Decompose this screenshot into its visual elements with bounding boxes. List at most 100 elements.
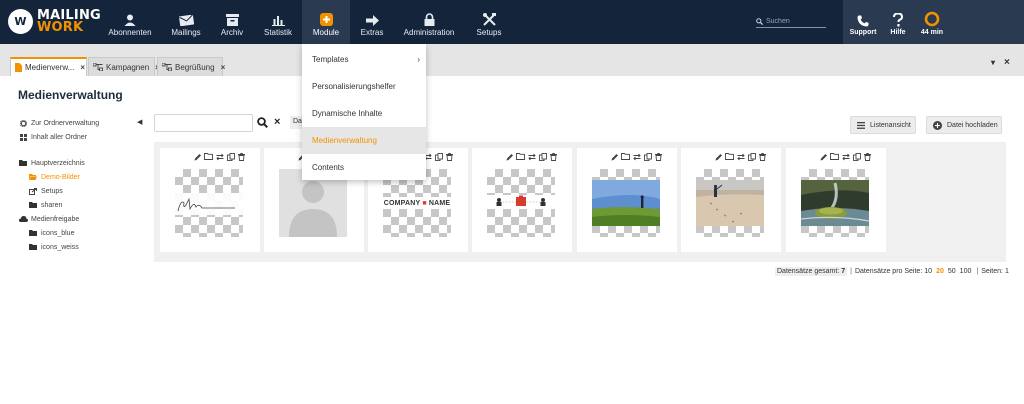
delete-trash-icon[interactable] [237, 152, 246, 161]
nav-archiv[interactable]: Archiv [216, 0, 248, 44]
delete-trash-icon[interactable] [549, 152, 558, 161]
per-page-option[interactable]: 10 [924, 268, 932, 275]
plus-circle-icon [933, 120, 942, 130]
tree-item-icons-weiss[interactable]: icons_weiss [18, 240, 148, 254]
media-card-signature[interactable] [160, 148, 260, 252]
close-all-tabs-icon[interactable]: × [1004, 57, 1010, 68]
edit-pencil-icon[interactable] [505, 152, 514, 161]
menu-item-contents[interactable]: Contents [302, 154, 426, 181]
card-actions [193, 152, 246, 161]
delete-trash-icon[interactable] [445, 152, 454, 161]
replace-arrows-icon[interactable] [632, 152, 641, 161]
move-folder-icon[interactable] [204, 152, 213, 161]
nav-mailings[interactable]: Mailings [166, 0, 206, 44]
mail-icon [178, 15, 194, 26]
nav-administration[interactable]: Administration [398, 0, 460, 44]
tree-item-sharen[interactable]: sharen [18, 198, 148, 212]
replace-arrows-icon[interactable] [841, 152, 850, 161]
tab-medienverwaltung[interactable]: Medienverw... × [10, 57, 87, 76]
media-card-waterfall-stone[interactable] [786, 148, 886, 252]
delete-trash-icon[interactable] [758, 152, 767, 161]
move-folder-icon[interactable] [621, 152, 630, 161]
move-folder-icon[interactable] [725, 152, 734, 161]
nav-label: Abonnenten [108, 28, 152, 37]
copy-icon[interactable] [226, 152, 235, 161]
copy-icon[interactable] [747, 152, 756, 161]
session-timer[interactable]: 44 min [917, 0, 947, 44]
media-thumbnail[interactable] [801, 169, 869, 237]
copy-icon[interactable] [434, 152, 443, 161]
edit-pencil-icon[interactable] [819, 152, 828, 161]
copy-icon[interactable] [643, 152, 652, 161]
tab-label: Begrüßung [175, 62, 215, 72]
menu-item-templates[interactable]: Templates › [302, 46, 426, 73]
brand-logo-mark: W [8, 9, 33, 34]
nav-label: Statistik [263, 28, 292, 37]
nav-label: Extras [360, 28, 384, 37]
media-thumbnail[interactable] [175, 169, 243, 237]
menu-item-dynamische-inhalte[interactable]: Dynamische Inhalte [302, 100, 426, 127]
delete-trash-icon[interactable] [654, 152, 663, 161]
media-filter-input[interactable] [155, 115, 250, 131]
nav-module[interactable]: Module [302, 0, 350, 44]
folder-sidebar: Zur Ordnerverwaltung Inhalt aller Ordner… [18, 116, 148, 254]
chevron-right-icon: › [417, 55, 420, 64]
global-search[interactable] [756, 15, 826, 28]
tab-begruessung[interactable]: Begrüßung × [157, 57, 226, 76]
edit-pencil-icon[interactable] [193, 152, 202, 161]
global-search-input[interactable] [766, 17, 824, 25]
top-navigation-bar: W MAILING WORK Abonnenten Mailings Archi… [0, 0, 1024, 44]
tab-close-icon[interactable]: × [221, 63, 226, 72]
edit-pencil-icon[interactable] [610, 152, 619, 161]
menu-item-medienverwaltung[interactable]: Medienverwaltung [302, 127, 426, 154]
filter-search-button[interactable] [257, 117, 269, 130]
nav-abonnenten[interactable]: Abonnenten [105, 0, 155, 44]
nav-setups[interactable]: Setups [470, 0, 508, 44]
replace-arrows-icon[interactable] [736, 152, 745, 161]
replace-arrows-icon[interactable] [215, 152, 224, 161]
copy-icon[interactable] [852, 152, 861, 161]
media-card-icon-row[interactable] [472, 148, 572, 252]
tab-menu-chevron-down-icon[interactable]: ▾ [991, 58, 995, 67]
delete-trash-icon[interactable] [863, 152, 872, 161]
media-thumbnail[interactable] [487, 169, 555, 237]
replace-arrows-icon[interactable] [527, 152, 536, 161]
list-view-button[interactable]: Listenansicht [850, 116, 916, 134]
sidebar-item-ordnerverwaltung[interactable]: Zur Ordnerverwaltung [18, 116, 148, 130]
tree-item-setups[interactable]: Setups [18, 184, 148, 198]
tree-item-hauptverzeichnis[interactable]: Hauptverzeichnis [18, 156, 148, 170]
list-icon [857, 121, 865, 129]
media-thumbnail[interactable] [696, 169, 764, 237]
document-icon [15, 63, 22, 72]
per-page-option[interactable]: 50 [948, 268, 956, 275]
media-thumbnail[interactable] [592, 169, 660, 237]
nav-extras[interactable]: Extras [356, 0, 388, 44]
tree-item-demo-bilder[interactable]: Demo-Bilder [18, 170, 148, 184]
tab-label: Kampagnen [106, 62, 150, 72]
flow-icon [93, 63, 103, 71]
move-folder-icon[interactable] [830, 152, 839, 161]
folder-icon [29, 202, 37, 208]
grid-icon [19, 133, 27, 141]
per-page-option[interactable]: 20 [936, 268, 944, 275]
help-button[interactable]: Hilfe [887, 0, 909, 44]
nav-label: Module [312, 28, 340, 37]
edit-pencil-icon[interactable] [714, 152, 723, 161]
tab-close-icon[interactable]: × [80, 63, 85, 72]
tree-item-icons-blue[interactable]: icons_blue [18, 226, 148, 240]
tree-item-medienfreigabe[interactable]: Medienfreigabe [18, 212, 148, 226]
move-folder-icon[interactable] [516, 152, 525, 161]
support-button[interactable]: Support [848, 0, 878, 44]
media-card-person-beach[interactable] [681, 148, 781, 252]
media-card-person-field[interactable] [577, 148, 677, 252]
nav-statistik[interactable]: Statistik [260, 0, 296, 44]
sidebar-item-alle-ordner[interactable]: Inhalt aller Ordner [18, 130, 148, 144]
filter-clear-icon[interactable]: × [274, 116, 280, 128]
upload-file-button[interactable]: Datei hochladen [926, 116, 1002, 134]
menu-item-personalisierungshelfer[interactable]: Personalisierungshelfer [302, 73, 426, 100]
copy-icon[interactable] [538, 152, 547, 161]
brand-logo[interactable]: W MAILING WORK [8, 9, 101, 34]
page-link[interactable]: 1 [1005, 268, 1009, 275]
tab-kampagnen[interactable]: Kampagnen × [88, 57, 160, 76]
per-page-option[interactable]: 100 [960, 268, 972, 275]
